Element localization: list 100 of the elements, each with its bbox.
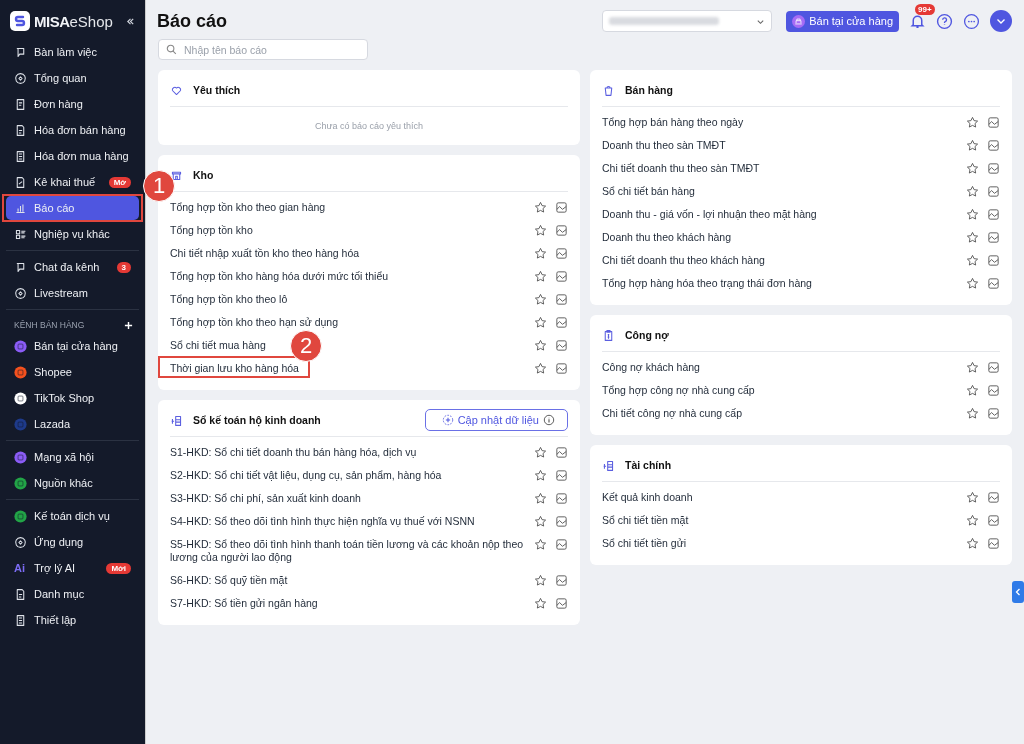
- chart-icon[interactable]: [555, 224, 568, 237]
- sidebar-item[interactable]: Livestream: [6, 281, 139, 305]
- sidebar-item[interactable]: Shopee: [6, 360, 139, 384]
- more-icon[interactable]: [963, 12, 980, 30]
- report-link[interactable]: Thời gian lưu kho hàng hóa: [170, 362, 299, 375]
- report-link[interactable]: Kết quả kinh doanh: [602, 491, 693, 504]
- chart-icon[interactable]: [987, 537, 1000, 550]
- chart-icon[interactable]: [987, 254, 1000, 267]
- report-link[interactable]: S7-HKD: Sổ tiền gửi ngân hàng: [170, 597, 318, 610]
- report-link[interactable]: Công nợ khách hàng: [602, 361, 700, 374]
- chart-icon[interactable]: [555, 469, 568, 482]
- chart-icon[interactable]: [555, 446, 568, 459]
- report-link[interactable]: Sổ chi tiết tiền gửi: [602, 537, 687, 550]
- report-link[interactable]: S5-HKD: Sổ theo dõi tình hình thanh toán tiền lương và các khoản nộp theo lương của người lao động: [170, 538, 526, 564]
- star-icon[interactable]: [534, 515, 547, 528]
- star-icon[interactable]: [966, 361, 979, 374]
- chart-icon[interactable]: [987, 384, 1000, 397]
- star-icon[interactable]: [966, 537, 979, 550]
- report-link[interactable]: Tổng hợp hàng hóa theo trạng thái đơn hàng: [602, 277, 812, 290]
- search-field[interactable]: Nhập tên báo cáo: [158, 39, 368, 60]
- update-data-button[interactable]: Cập nhật dữ liệu: [424, 409, 568, 431]
- sidebar-item[interactable]: Lazada: [6, 412, 139, 436]
- sidebar-item[interactable]: Kế toán dịch vụ: [6, 504, 139, 528]
- star-icon[interactable]: [966, 514, 979, 527]
- sidebar-item[interactable]: Ứng dụng: [6, 530, 139, 554]
- collapse-icon[interactable]: [126, 16, 135, 26]
- report-link[interactable]: Tổng hợp tồn kho: [170, 224, 253, 237]
- star-icon[interactable]: [534, 293, 547, 306]
- notification-bell-icon[interactable]: [909, 12, 926, 30]
- report-link[interactable]: Chi tiết doanh thu theo sàn TMĐT: [602, 162, 760, 175]
- report-link[interactable]: Chi tiết công nợ nhà cung cấp: [602, 407, 742, 420]
- sidebar-item[interactable]: Chat đa kênh 3: [6, 255, 139, 279]
- chart-icon[interactable]: [987, 514, 1000, 527]
- star-icon[interactable]: [534, 316, 547, 329]
- sidebar-item[interactable]: Báo cáo: [6, 196, 139, 220]
- star-icon[interactable]: [534, 247, 547, 260]
- star-icon[interactable]: [534, 597, 547, 610]
- report-link[interactable]: S4-HKD: Sổ theo dõi tình hình thực hiện nghĩa vụ thuế với NSNN: [170, 515, 475, 528]
- sidebar-item[interactable]: Bàn làm việc: [6, 40, 139, 64]
- chart-icon[interactable]: [555, 247, 568, 260]
- chart-icon[interactable]: [987, 162, 1000, 175]
- chart-icon[interactable]: [987, 407, 1000, 420]
- chart-icon[interactable]: [987, 491, 1000, 504]
- chart-icon[interactable]: [555, 538, 568, 551]
- star-icon[interactable]: [966, 407, 979, 420]
- sidebar-item[interactable]: Mạng xã hội: [6, 445, 139, 469]
- sidebar-item[interactable]: Danh mục: [6, 582, 139, 606]
- star-icon[interactable]: [966, 162, 979, 175]
- report-link[interactable]: Sổ chi tiết mua hàng: [170, 339, 266, 352]
- sidebar-item[interactable]: TikTok Shop: [6, 386, 139, 410]
- star-icon[interactable]: [534, 224, 547, 237]
- chart-icon[interactable]: [555, 316, 568, 329]
- sidebar-item[interactable]: Hóa đơn mua hàng: [6, 144, 139, 168]
- sidebar-item[interactable]: Đơn hàng: [6, 92, 139, 116]
- report-link[interactable]: Chi tiết doanh thu theo khách hàng: [602, 254, 765, 267]
- add-icon[interactable]: [124, 320, 133, 330]
- report-link[interactable]: Doanh thu theo khách hàng: [602, 231, 732, 244]
- report-link[interactable]: Tổng hợp tồn kho theo lô: [170, 293, 288, 306]
- star-icon[interactable]: [534, 492, 547, 505]
- chart-icon[interactable]: [555, 597, 568, 610]
- chart-icon[interactable]: [555, 492, 568, 505]
- expand-panel-icon[interactable]: [1012, 581, 1024, 603]
- report-link[interactable]: Tổng hợp công nợ nhà cung cấp: [602, 384, 755, 397]
- star-icon[interactable]: [966, 384, 979, 397]
- chart-icon[interactable]: [987, 116, 1000, 129]
- report-link[interactable]: Tổng hợp tồn kho theo gian hàng: [170, 201, 326, 214]
- report-link[interactable]: Doanh thu theo sàn TMĐT: [602, 139, 726, 152]
- sidebar-item[interactable]: Thiết lập: [6, 608, 139, 632]
- report-link[interactable]: Tổng hợp tồn kho theo hạn sử dụng: [170, 316, 339, 329]
- report-link[interactable]: Tổng hợp bán hàng theo ngày: [602, 116, 744, 129]
- star-icon[interactable]: [966, 139, 979, 152]
- sidebar-item[interactable]: Kê khai thuế Mớ: [6, 170, 139, 194]
- sidebar-item[interactable]: Nghiệp vụ khác: [6, 222, 139, 246]
- chart-icon[interactable]: [555, 293, 568, 306]
- report-link[interactable]: Sổ chi tiết tiền mặt: [602, 514, 689, 527]
- chart-icon[interactable]: [987, 139, 1000, 152]
- report-link[interactable]: Tổng hợp tồn kho hàng hóa dưới mức tối thiểu: [170, 270, 389, 283]
- report-link[interactable]: Chi tiết nhập xuất tồn kho theo hàng hóa: [170, 247, 360, 260]
- star-icon[interactable]: [966, 254, 979, 267]
- star-icon[interactable]: [966, 208, 979, 221]
- report-link[interactable]: Doanh thu - giá vốn - lợi nhuận theo mặt hàng: [602, 208, 817, 221]
- report-link[interactable]: S2-HKD: Sổ chi tiết vật liệu, dụng cụ, sản phẩm, hàng hóa: [170, 469, 442, 482]
- chart-icon[interactable]: [555, 515, 568, 528]
- sidebar-item[interactable]: Tổng quan: [6, 66, 139, 90]
- star-icon[interactable]: [966, 231, 979, 244]
- chart-icon[interactable]: [555, 362, 568, 375]
- account-menu-icon[interactable]: [990, 10, 1012, 32]
- report-link[interactable]: S6-HKD: Sổ quỹ tiền mặt: [170, 574, 288, 587]
- star-icon[interactable]: [966, 116, 979, 129]
- store-sale-button[interactable]: Bán tại cửa hàng: [786, 10, 899, 32]
- star-icon[interactable]: [534, 339, 547, 352]
- chart-icon[interactable]: [987, 185, 1000, 198]
- star-icon[interactable]: [534, 362, 547, 375]
- star-icon[interactable]: [534, 574, 547, 587]
- chart-icon[interactable]: [555, 339, 568, 352]
- star-icon[interactable]: [966, 491, 979, 504]
- star-icon[interactable]: [534, 469, 547, 482]
- star-icon[interactable]: [534, 538, 547, 551]
- chart-icon[interactable]: [555, 270, 568, 283]
- chart-icon[interactable]: [555, 201, 568, 214]
